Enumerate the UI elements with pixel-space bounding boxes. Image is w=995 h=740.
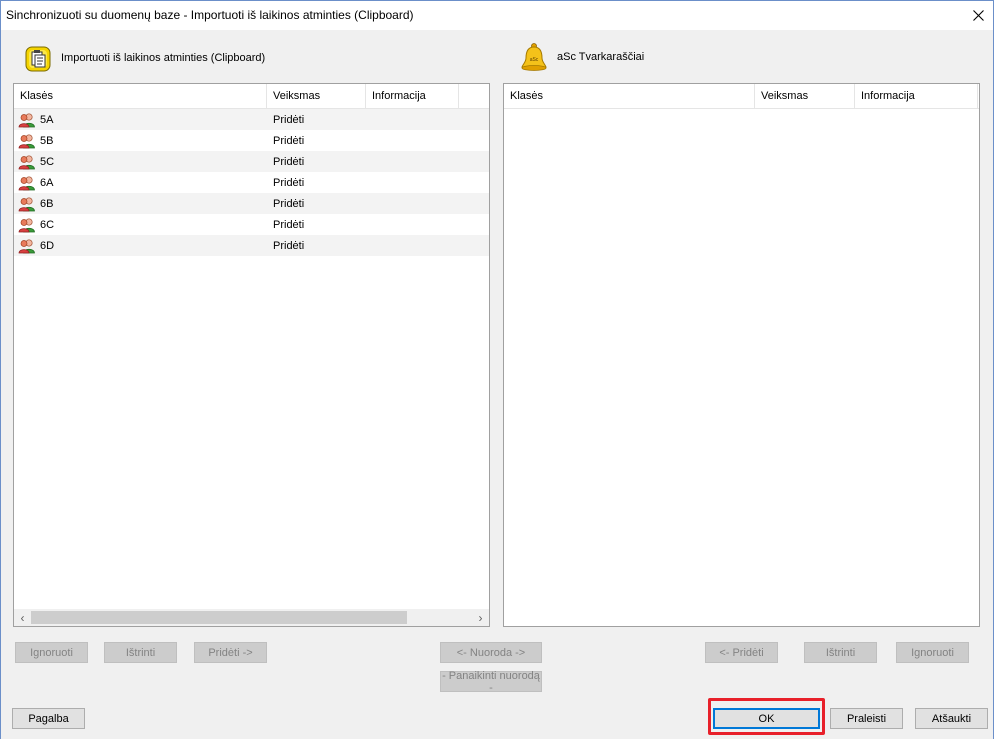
class-icon	[18, 217, 35, 232]
class-icon	[18, 175, 35, 190]
class-cell: 6C	[14, 217, 267, 233]
class-name: 6C	[40, 218, 55, 231]
title-bar: Sinchronizuoti su duomenų baze - Importu…	[1, 1, 993, 30]
right-list[interactable]: Klasės Veiksmas Informacija	[503, 83, 980, 627]
column-header-action[interactable]: Veiksmas	[755, 84, 855, 108]
clipboard-icon	[25, 46, 51, 72]
class-icon	[18, 196, 35, 211]
action-cell: Pridėti	[273, 176, 305, 189]
ignore-right-button[interactable]: Ignoruoti	[896, 642, 969, 663]
class-name: 5A	[40, 113, 54, 126]
add-to-left-button[interactable]: <- Pridėti	[705, 642, 778, 663]
column-header-action[interactable]: Veiksmas	[267, 84, 366, 108]
class-group-icon	[18, 196, 36, 212]
add-to-right-button[interactable]: Pridėti ->	[194, 642, 267, 663]
class-group-icon	[18, 112, 36, 128]
left-pane-header: Importuoti iš laikinos atminties (Clipbo…	[23, 43, 265, 73]
left-list-hscrollbar[interactable]: ‹ ›	[14, 609, 489, 626]
scroll-right-icon[interactable]: ›	[472, 609, 489, 626]
class-icon	[18, 238, 35, 253]
table-row[interactable]: 6B Pridėti	[14, 193, 489, 214]
scroll-left-icon[interactable]: ‹	[14, 609, 31, 626]
class-icon	[18, 133, 35, 148]
close-icon	[972, 10, 984, 21]
action-cell: Pridėti	[273, 113, 305, 126]
right-list-header: Klasės Veiksmas Informacija	[504, 84, 979, 109]
ok-button[interactable]: OK	[713, 708, 820, 729]
class-icon	[18, 154, 35, 169]
class-cell: 5C	[14, 154, 267, 170]
table-row[interactable]: 6C Pridėti	[14, 214, 489, 235]
class-name: 6B	[40, 197, 54, 210]
column-header-info[interactable]: Informacija	[855, 84, 978, 108]
class-name: 6D	[40, 239, 55, 252]
scroll-track[interactable]	[31, 609, 472, 626]
table-row[interactable]: 5A Pridėti	[14, 109, 489, 130]
close-button[interactable]	[963, 1, 993, 30]
class-cell: 6D	[14, 238, 267, 254]
class-cell: 6B	[14, 196, 267, 212]
class-group-icon	[18, 154, 36, 170]
bell-icon: aSc	[521, 43, 547, 71]
class-group-icon	[18, 175, 36, 191]
class-group-icon	[18, 238, 36, 254]
scroll-thumb[interactable]	[31, 611, 407, 624]
left-list-body: 5A Pridėti 5B Pridėti 5C Pridėti 6A Pridėti 6B Pr…	[14, 109, 489, 256]
class-group-icon	[18, 217, 36, 233]
action-cell: Pridėti	[273, 134, 305, 147]
class-cell: 5A	[14, 112, 267, 128]
window-title: Sinchronizuoti su duomenų baze - Importu…	[6, 8, 414, 22]
skip-button[interactable]: Praleisti	[830, 708, 903, 729]
class-name: 6A	[40, 176, 54, 189]
sync-dialog: Sinchronizuoti su duomenų baze - Importu…	[0, 0, 994, 739]
unlink-button[interactable]: - Panaikinti nuorodą -	[440, 670, 542, 694]
table-row[interactable]: 6D Pridėti	[14, 235, 489, 256]
left-list[interactable]: Klasės Veiksmas Informacija 5A Pridėti 5B P…	[13, 83, 490, 627]
link-button[interactable]: <- Nuoroda ->	[440, 642, 542, 663]
action-cell: Pridėti	[273, 155, 305, 168]
class-name: 5C	[40, 155, 55, 168]
class-icon	[18, 112, 35, 127]
column-header-info[interactable]: Informacija	[366, 84, 459, 108]
column-header-classes[interactable]: Klasės	[14, 84, 267, 108]
delete-left-button[interactable]: Ištrinti	[104, 642, 177, 663]
action-cell: Pridėti	[273, 239, 305, 252]
action-cell: Pridėti	[273, 197, 305, 210]
ignore-left-button[interactable]: Ignoruoti	[15, 642, 88, 663]
cancel-button[interactable]: Atšaukti	[915, 708, 988, 729]
table-row[interactable]: 6A Pridėti	[14, 172, 489, 193]
table-row[interactable]: 5C Pridėti	[14, 151, 489, 172]
delete-right-button[interactable]: Ištrinti	[804, 642, 877, 663]
right-pane-header: aSc aSc Tvarkaraščiai	[519, 42, 644, 72]
class-group-icon	[18, 133, 36, 149]
class-name: 5B	[40, 134, 54, 147]
left-list-header: Klasės Veiksmas Informacija	[14, 84, 489, 109]
left-pane-title: Importuoti iš laikinos atminties (Clipbo…	[61, 52, 266, 64]
class-cell: 5B	[14, 133, 267, 149]
help-button[interactable]: Pagalba	[12, 708, 85, 729]
action-cell: Pridėti	[273, 218, 305, 231]
right-pane-title: aSc Tvarkaraščiai	[557, 51, 645, 63]
bell-logo-text: aSc	[530, 57, 539, 63]
table-row[interactable]: 5B Pridėti	[14, 130, 489, 151]
class-cell: 6A	[14, 175, 267, 191]
column-header-classes[interactable]: Klasės	[504, 84, 755, 108]
